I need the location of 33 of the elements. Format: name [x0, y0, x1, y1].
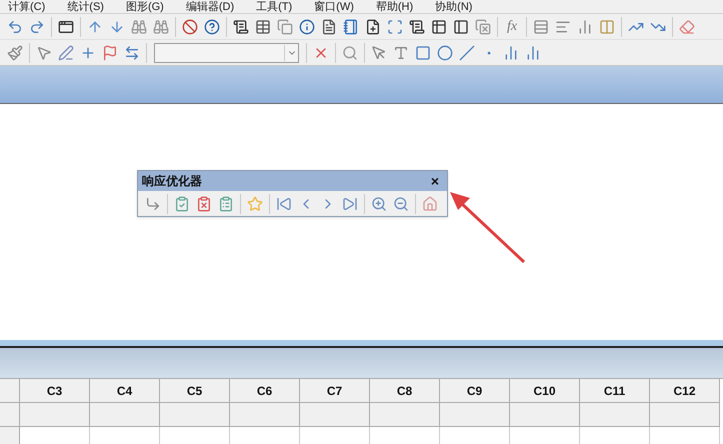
formula-button[interactable]: fx — [501, 16, 523, 38]
name-cell[interactable] — [650, 403, 720, 427]
toolbar-title: 响应优化器 — [142, 173, 202, 190]
name-cell[interactable] — [370, 403, 440, 427]
row-header — [0, 403, 20, 427]
column-header[interactable]: C7 — [300, 379, 370, 403]
column-header[interactable]: C11 — [580, 379, 650, 403]
column-header[interactable]: C8 — [370, 379, 440, 403]
name-cell[interactable] — [580, 403, 650, 427]
menu-item[interactable]: 图形(G) — [126, 1, 164, 13]
column-header[interactable]: C10 — [510, 379, 580, 403]
menu-item[interactable]: 统计(S) — [67, 1, 104, 13]
name-cell[interactable] — [510, 403, 580, 427]
command-dropdown[interactable] — [154, 42, 299, 62]
close-button[interactable]: × — [426, 174, 443, 188]
column-header[interactable]: C6 — [230, 379, 300, 403]
column-header[interactable]: C3 — [20, 379, 90, 403]
column-header[interactable]: C12 — [650, 379, 720, 403]
name-cell[interactable] — [230, 403, 300, 427]
name-cell[interactable] — [160, 403, 230, 427]
menu-item[interactable]: 编辑器(D) — [186, 1, 234, 13]
menu-item[interactable]: 协助(N) — [435, 1, 472, 13]
column-header[interactable]: C9 — [440, 379, 510, 403]
name-cell[interactable] — [20, 403, 90, 427]
menu-item[interactable]: 工具(T) — [256, 1, 292, 13]
column-header[interactable]: C5 — [160, 379, 230, 403]
name-cell[interactable] — [300, 403, 370, 427]
menu-item[interactable]: 窗口(W) — [314, 1, 354, 13]
menu-item[interactable]: 帮助(H) — [376, 1, 414, 13]
column-header[interactable]: C4 — [90, 379, 160, 403]
name-cell[interactable] — [440, 403, 510, 427]
name-cell[interactable] — [90, 403, 160, 427]
menu-item[interactable]: 计算(C) — [8, 1, 46, 13]
